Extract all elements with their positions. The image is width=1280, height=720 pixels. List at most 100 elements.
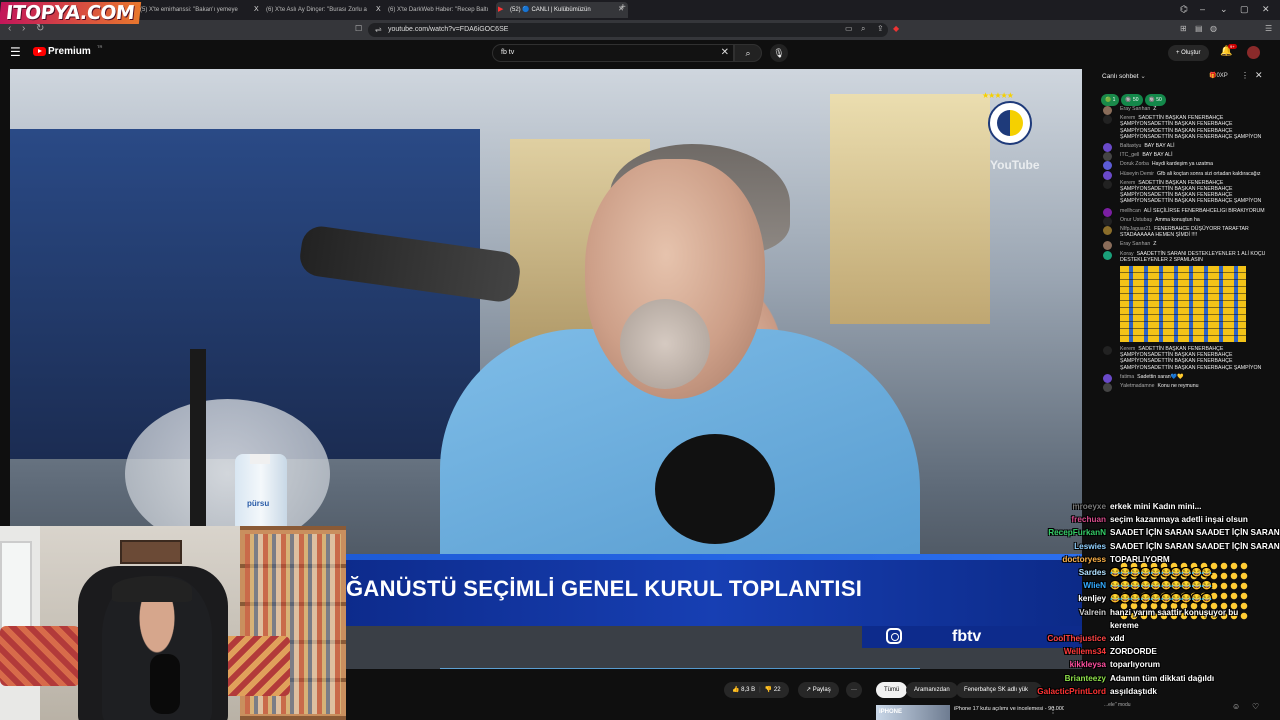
- chat-author[interactable]: Eray Sarıhan: [1120, 106, 1150, 112]
- reload-icon[interactable]: ↻: [36, 23, 44, 34]
- share-icon[interactable]: ⇪: [877, 24, 884, 33]
- forward-icon[interactable]: ›: [22, 23, 25, 34]
- chat-avatar[interactable]: [1103, 207, 1112, 217]
- chat-author[interactable]: Yaletmadamne: [1120, 383, 1155, 389]
- chat-message: ITC_gell BAY BAY ALİ: [1101, 152, 1277, 162]
- chat-message: mellhcan ALİ SEÇİLİRSE FENERBAHCELIGI BIR…: [1101, 207, 1277, 217]
- search-input[interactable]: fb tv ✕: [492, 44, 734, 62]
- account-avatar[interactable]: [1247, 46, 1260, 59]
- voice-search-button[interactable]: 🎙: [770, 44, 788, 62]
- x-logo-icon: X: [376, 6, 381, 13]
- create-button[interactable]: + Oluştur: [1168, 45, 1209, 61]
- chat-avatar[interactable]: [1103, 161, 1112, 171]
- url-text: youtube.com/watch?v=FDA6iGOC6SE: [388, 26, 509, 33]
- youtube-watermark: YouTube: [990, 158, 1040, 172]
- chat-avatar[interactable]: [1103, 152, 1112, 162]
- more-horizontal-icon: ···: [851, 687, 857, 693]
- chat-chip[interactable]: 🔘 50: [1144, 94, 1166, 106]
- bookmark-icon[interactable]: ☐: [355, 24, 362, 33]
- chat-author[interactable]: Onur Ustubaş: [1120, 217, 1152, 223]
- lower-third-footer: fbtv: [346, 626, 1082, 668]
- like-button[interactable]: 👍 8,3 B | 👎 22: [724, 682, 789, 698]
- minimize-icon[interactable]: –: [1200, 4, 1205, 14]
- chat-text: BAY BAY ALİ: [1142, 152, 1173, 159]
- x-logo-icon: X: [254, 6, 259, 13]
- browser-tab[interactable]: X (6) X'te DarkWeb Haber: "Recep Baltı: [374, 2, 506, 18]
- overlay-chat-message: SAADET İÇİN SARAN SAADET İÇİN SARAN: [1110, 541, 1280, 551]
- browser-tab-active[interactable]: ▶ (52) 🔵 CANLI | Kulübümüzün ✕: [496, 2, 628, 18]
- more-vert-icon[interactable]: ⋮: [1241, 71, 1249, 80]
- chat-avatar[interactable]: [1103, 179, 1112, 189]
- share-button[interactable]: ↗ Paylaş: [798, 682, 839, 698]
- chat-chip[interactable]: 🟢 1: [1101, 94, 1120, 106]
- chat-avatar[interactable]: [1103, 143, 1112, 153]
- chat-message: Kerem SADETTİN BAŞKAN FENERBAHÇE ŞAMPİYON…: [1101, 346, 1277, 371]
- chat-author[interactable]: Doruk Zorba: [1120, 161, 1149, 167]
- chat-chips: 🟢 1 🔘 50 🔘 50: [1101, 88, 1168, 106]
- live-chat-title[interactable]: Canlı sohbet ⌄: [1102, 72, 1146, 80]
- vpn-icon[interactable]: ◍: [1210, 24, 1217, 33]
- overlay-chat-username: doctoryess: [1062, 554, 1106, 564]
- chat-avatar[interactable]: [1103, 373, 1112, 383]
- chat-avatar[interactable]: [1103, 383, 1112, 393]
- search-button[interactable]: ⌕: [734, 44, 762, 62]
- back-icon[interactable]: ‹: [8, 23, 11, 34]
- thumbs-down-icon[interactable]: 👎: [765, 687, 774, 693]
- menu-hamburger-icon[interactable]: ☰: [10, 45, 21, 59]
- chat-avatar[interactable]: [1103, 115, 1112, 125]
- stars-icon: ★★★★★: [982, 91, 1014, 100]
- site-info-icon[interactable]: ⇌: [375, 23, 382, 37]
- chat-avatar[interactable]: [1103, 346, 1112, 356]
- chat-avatar[interactable]: [1103, 216, 1112, 226]
- chat-text: Sadettin saran💙💛: [1137, 373, 1184, 380]
- tab-search-icon[interactable]: ⌄: [1220, 4, 1228, 15]
- chip-all[interactable]: Tümü: [876, 682, 908, 698]
- zoom-icon[interactable]: ⌕: [861, 24, 865, 34]
- chat-message: Doruk Zorba Haydi kardeşim ya uzatma: [1101, 161, 1277, 171]
- chat-author[interactable]: Eray Sarıhan: [1120, 241, 1150, 247]
- wallet-icon[interactable]: ▤: [1195, 24, 1203, 33]
- chat-author[interactable]: Hüseyin Demir: [1120, 171, 1154, 177]
- chip-from-search[interactable]: Aramanızdan: [906, 682, 958, 698]
- chat-author[interactable]: ITC_gell: [1120, 152, 1139, 158]
- url-field[interactable]: ⇌ youtube.com/watch?v=FDA6iGOC6SE: [368, 23, 888, 37]
- more-actions-button[interactable]: ···: [846, 682, 862, 698]
- chat-message: Baltaxtyu BAY BAY ALİ: [1101, 143, 1277, 153]
- extensions-icon[interactable]: ⌬: [1180, 4, 1188, 15]
- brave-shield-icon[interactable]: ◆: [893, 24, 899, 33]
- overlay-chat-username: kikkleysa: [1069, 660, 1106, 670]
- xp-indicator[interactable]: 🎁0XP: [1209, 72, 1228, 79]
- chat-author[interactable]: Koray: [1120, 251, 1134, 257]
- menu-icon[interactable]: ☰: [1265, 24, 1272, 33]
- search-query: fb tv: [501, 49, 515, 56]
- chat-chip[interactable]: 🔘 50: [1121, 94, 1143, 106]
- chat-author[interactable]: fatima: [1120, 374, 1134, 380]
- chat-author[interactable]: Baltaxtyu: [1120, 143, 1141, 149]
- chat-message: Kerem SADETTİN BAŞKAN FENERBAHÇE ŞAMPİYON…: [1101, 179, 1277, 205]
- browser-tab[interactable]: X (6) X'te Aslı Ay Dinçer: "Burası Zorlu …: [252, 2, 384, 18]
- chat-avatar[interactable]: [1103, 226, 1112, 236]
- chat-author[interactable]: Kerem: [1120, 180, 1135, 186]
- overlay-chat-username: Brianteezy: [1064, 673, 1106, 683]
- overlay-chat-username: WlieN: [1083, 581, 1106, 591]
- tab-title: (6) X'te DarkWeb Haber: "Recep Baltı: [388, 7, 489, 13]
- chat-message: Eray Sarıhan Z: [1101, 106, 1277, 115]
- chat-avatar[interactable]: [1103, 106, 1112, 115]
- cast-icon[interactable]: ▭: [845, 24, 853, 33]
- chat-author[interactable]: mellhcan: [1120, 208, 1141, 214]
- sofa: [220, 636, 290, 696]
- browser-tab[interactable]: X (5) X'te emirhanssi: "Bakan'ı yemeye: [126, 2, 262, 18]
- chat-message-list: Eray Sarıhan Z Kerem SADETTİN BAŞKAN FENERB…: [1101, 106, 1277, 393]
- close-window-icon[interactable]: ✕: [1262, 4, 1270, 15]
- sidebar-icon[interactable]: ⊞: [1180, 24, 1187, 33]
- overlay-chat-message: hanzi yarım saattir konuşuyor bu: [1110, 607, 1239, 617]
- chat-avatar[interactable]: [1103, 170, 1112, 180]
- chat-avatar[interactable]: [1103, 241, 1112, 251]
- close-chat-icon[interactable]: ✕: [1255, 70, 1263, 81]
- new-tab-button[interactable]: +: [620, 2, 626, 13]
- maximize-icon[interactable]: ▢: [1240, 4, 1249, 15]
- chat-avatar[interactable]: [1103, 250, 1112, 260]
- recommended-thumbnail[interactable]: iPHONE: [876, 705, 950, 720]
- clear-search-icon[interactable]: ✕: [721, 45, 729, 61]
- create-label: Oluştur: [1181, 50, 1201, 56]
